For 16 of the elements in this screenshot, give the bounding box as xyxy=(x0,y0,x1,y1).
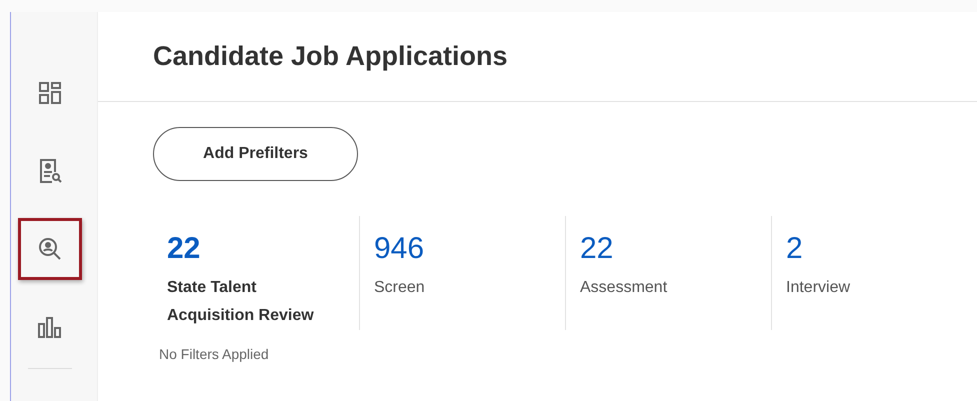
bar-chart-icon xyxy=(36,316,62,338)
document-search-icon xyxy=(38,158,62,184)
sidebar-item[interactable] xyxy=(18,218,82,280)
filter-status: No Filters Applied xyxy=(159,346,270,362)
stage-label: Screen xyxy=(374,278,426,298)
stage-count[interactable]: 2 xyxy=(786,232,977,266)
person-search-icon xyxy=(38,237,62,261)
dashboard-icon xyxy=(38,81,62,105)
stage-count[interactable]: 22 xyxy=(580,232,771,266)
add-prefilters-button[interactable]: Add Prefilters xyxy=(153,127,358,181)
stage-count[interactable]: 946 xyxy=(374,232,565,266)
stage-label: Assessment xyxy=(580,278,668,298)
stage-label: State Talent Acquisition Review xyxy=(167,278,315,326)
stage-count[interactable]: 22 xyxy=(167,232,359,266)
stage-label: Interview xyxy=(786,278,852,298)
page-title: Candidate Job Applications xyxy=(153,41,508,72)
